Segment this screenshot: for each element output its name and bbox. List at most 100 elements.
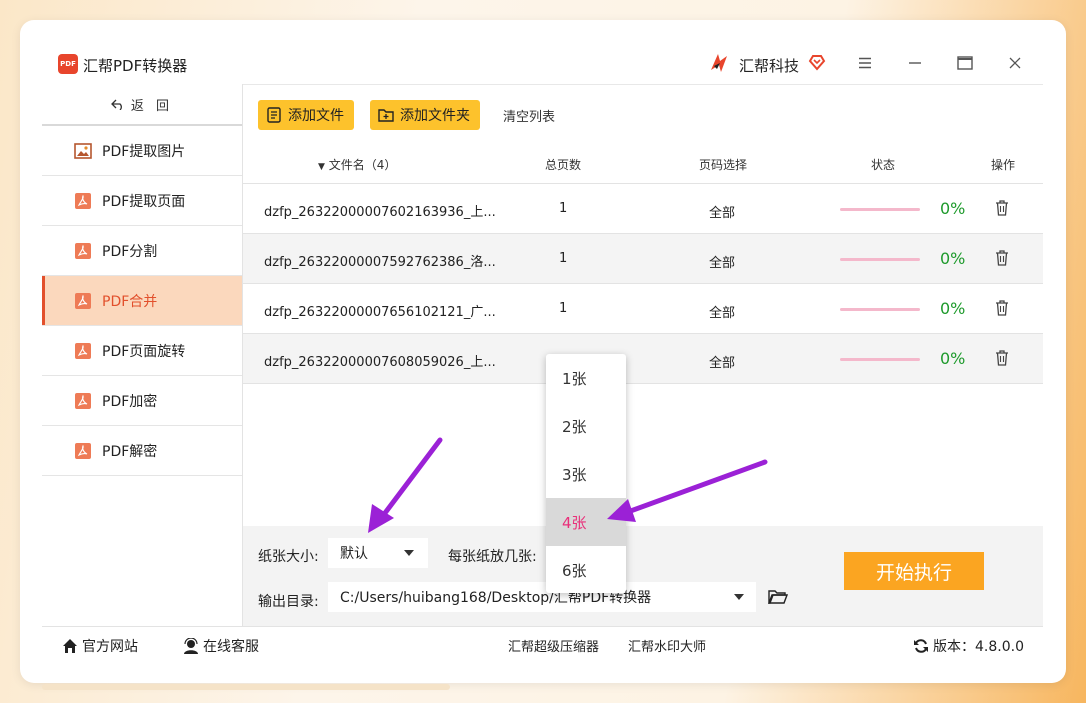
online-support-link[interactable]: 在线客服 — [183, 636, 259, 656]
app-logo-icon: PDF — [58, 54, 78, 74]
file-add-icon — [267, 107, 281, 123]
per-sheet-dropdown[interactable]: 1张 2张 3张 4张 6张 — [546, 354, 626, 593]
sidebar-item-1[interactable]: PDF提取页面 — [42, 176, 242, 226]
sidebar-item-label: PDF分割 — [102, 243, 158, 260]
dropdown-option[interactable]: 2张 — [546, 402, 626, 450]
app-window: PDF 汇帮PDF转换器 汇帮科技 返 回 PDF提取图片 PDF提取页面 PD… — [42, 42, 1043, 661]
dropdown-option[interactable]: 1张 — [546, 354, 626, 402]
progress-percent: 0% — [940, 249, 966, 268]
table-row[interactable]: dzfp_26322000007592762386_洛... 1 全部 0% — [243, 234, 1043, 284]
sidebar-item-5[interactable]: PDF加密 — [42, 376, 242, 426]
decorative-bar — [42, 684, 450, 690]
progress-percent: 0% — [940, 199, 966, 218]
dropdown-option[interactable]: 6张 — [546, 546, 626, 594]
file-name: dzfp_26322000007608059026_上... — [264, 355, 496, 370]
official-website-link[interactable]: 官方网站 — [62, 636, 138, 656]
header-page-select: 页码选择 — [699, 158, 748, 172]
table-row[interactable]: dzfp_26322000007602163936_上... 1 全部 0% — [243, 184, 1043, 234]
close-icon — [1009, 57, 1021, 69]
header-filename-label: 文件名（4） — [328, 158, 397, 172]
paper-size-value: 默认 — [340, 546, 368, 562]
hamburger-icon — [859, 57, 871, 69]
back-label: 返 回 — [130, 98, 174, 114]
pdf-icon — [74, 442, 92, 460]
clear-list-button[interactable]: 清空列表 — [503, 106, 555, 125]
trash-icon[interactable] — [995, 250, 1009, 266]
page-count: 1 — [559, 301, 568, 316]
page-range[interactable]: 全部 — [709, 302, 735, 321]
header-status: 状态 — [871, 158, 896, 172]
version-info[interactable]: 版本：4.8.0.0 — [913, 636, 1024, 656]
menu-button[interactable] — [853, 52, 877, 74]
file-name: dzfp_26322000007602163936_上... — [264, 205, 496, 220]
pdf-icon — [74, 292, 92, 310]
per-sheet-label: 每张纸放几张: — [448, 549, 537, 565]
sidebar-item-label: PDF页面旋转 — [102, 343, 186, 360]
minimize-icon — [909, 62, 921, 64]
header-filename[interactable]: ▼ 文件名（4） — [318, 156, 396, 173]
compressor-link[interactable]: 汇帮超级压缩器 — [508, 636, 599, 655]
table-row[interactable]: dzfp_26322000007608059026_上... 全部 0% — [243, 334, 1043, 384]
trash-icon[interactable] — [995, 200, 1009, 216]
open-folder-icon[interactable] — [768, 589, 788, 605]
sidebar-item-2[interactable]: PDF分割 — [42, 226, 242, 276]
table-header: ▼ 文件名（4） 总页数 页码选择 状态 操作 — [243, 134, 1043, 184]
add-folder-button[interactable]: 添加文件夹 — [370, 100, 480, 130]
back-button[interactable]: 返 回 — [42, 84, 242, 126]
close-button[interactable] — [1003, 52, 1027, 74]
progress-bar — [840, 358, 920, 361]
sidebar-item-label: PDF合并 — [102, 293, 158, 310]
trash-icon[interactable] — [995, 300, 1009, 316]
home-icon — [63, 639, 77, 653]
trash-icon[interactable] — [995, 350, 1009, 366]
brand-name: 汇帮科技 — [739, 57, 800, 75]
add-file-button[interactable]: 添加文件 — [258, 100, 354, 130]
footer: 官方网站 在线客服 汇帮超级压缩器 汇帮水印大师 版本：4.8.0.0 — [42, 626, 1043, 662]
sort-desc-icon: ▼ — [318, 162, 325, 172]
sidebar-item-0[interactable]: PDF提取图片 — [42, 126, 242, 176]
page-range[interactable]: 全部 — [709, 202, 735, 221]
sidebar-list: PDF提取图片 PDF提取页面 PDF分割 PDF合并 PDF页面旋转 PDF加密 PDF解… — [42, 126, 242, 476]
sidebar-item-4[interactable]: PDF页面旋转 — [42, 326, 242, 376]
pdf-icon — [74, 192, 92, 210]
header-action: 操作 — [991, 158, 1016, 172]
logo-text: PDF — [60, 60, 76, 68]
options-panel: 纸张大小: 默认 每张纸放几张: 输出目录: C:/Users/huibang1… — [243, 526, 1043, 626]
pdf-icon — [74, 392, 92, 410]
dropdown-option[interactable]: 4张 — [546, 498, 626, 546]
sidebar-item-label: PDF解密 — [102, 443, 158, 460]
progress-percent: 0% — [940, 349, 966, 368]
add-file-label: 添加文件 — [288, 108, 344, 124]
version-label: 版本：4.8.0.0 — [933, 639, 1024, 655]
header-pages: 总页数 — [545, 158, 582, 172]
start-button[interactable]: 开始执行 — [844, 552, 984, 590]
page-range[interactable]: 全部 — [709, 252, 735, 271]
sidebar-item-3[interactable]: PDF合并 — [42, 276, 242, 326]
table-row[interactable]: dzfp_26322000007656102121_广... 1 全部 0% — [243, 284, 1043, 334]
progress-bar — [840, 308, 920, 311]
progress-bar — [840, 258, 920, 261]
output-dir-label: 输出目录: — [258, 594, 319, 610]
folder-add-icon — [378, 109, 394, 122]
toolbar: 添加文件 添加文件夹 清空列表 — [243, 84, 1043, 134]
back-arrow-icon — [111, 99, 122, 110]
minimize-button[interactable] — [903, 52, 927, 74]
pdf-icon — [74, 242, 92, 260]
page-count: 1 — [559, 251, 568, 266]
paper-size-select[interactable]: 默认 — [328, 538, 428, 568]
brand-logo-icon — [711, 54, 727, 72]
progress-bar — [840, 208, 920, 211]
sidebar-item-6[interactable]: PDF解密 — [42, 426, 242, 476]
maximize-button[interactable] — [953, 52, 977, 74]
watermark-link[interactable]: 汇帮水印大师 — [628, 636, 706, 655]
chevron-down-icon — [404, 550, 414, 556]
page-range[interactable]: 全部 — [709, 352, 735, 371]
chevron-down-icon — [734, 594, 744, 600]
dropdown-option[interactable]: 3张 — [546, 450, 626, 498]
sidebar-item-label: PDF加密 — [102, 393, 158, 410]
refresh-icon — [914, 639, 928, 653]
sidebar-item-label: PDF提取图片 — [102, 143, 186, 160]
paper-size-label: 纸张大小: — [258, 549, 319, 565]
output-dir-select[interactable]: C:/Users/huibang168/Desktop/汇帮PDF转换器 — [328, 582, 756, 612]
maximize-icon — [957, 56, 973, 70]
